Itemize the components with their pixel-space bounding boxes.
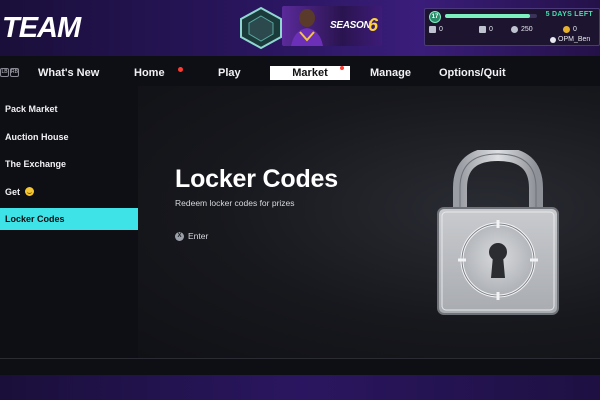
stat-vc: 250 bbox=[511, 26, 533, 33]
page-title: Locker Codes bbox=[175, 165, 338, 193]
main-nav: LB RB What's New Home Play Market Manage… bbox=[0, 62, 600, 84]
season-banner[interactable]: SEASON 6 bbox=[282, 6, 382, 46]
username-label: OPM_Ben bbox=[558, 36, 591, 43]
days-left-label: 5 DAYS LEFT bbox=[545, 11, 593, 18]
market-notification-dot bbox=[340, 66, 344, 70]
stat-value: 0 bbox=[573, 26, 577, 33]
season-progress-bar bbox=[445, 14, 537, 18]
season-number: 6 bbox=[368, 15, 379, 35]
nav-market[interactable]: Market bbox=[270, 66, 350, 80]
home-notification-dot bbox=[178, 67, 183, 72]
sidebar-item-locker-codes[interactable]: Locker Codes bbox=[0, 208, 138, 230]
season-label: SEASON bbox=[330, 20, 371, 31]
nav-play[interactable]: Play bbox=[218, 66, 241, 80]
footer-divider bbox=[0, 358, 600, 359]
nav-manage[interactable]: Manage bbox=[370, 66, 411, 80]
stat-value: 0 bbox=[489, 26, 493, 33]
status-panel: 17 5 DAYS LEFT 0 0 250 0 OPM_Ben bbox=[424, 8, 600, 46]
team-logo: TEAM bbox=[2, 12, 81, 44]
bottom-bar bbox=[0, 375, 600, 400]
enter-label: Enter bbox=[188, 231, 209, 241]
mt-coin-icon bbox=[563, 26, 570, 33]
sidebar-item-label: Pack Market bbox=[5, 104, 58, 114]
stat-cards: 0 bbox=[429, 26, 443, 33]
vc-coin-icon bbox=[511, 26, 518, 33]
x-button-icon: X bbox=[175, 231, 184, 241]
stat-value: 250 bbox=[521, 26, 533, 33]
username: OPM_Ben bbox=[550, 36, 590, 43]
sidebar-item-label: Auction House bbox=[5, 131, 69, 142]
hexagon-badge-icon bbox=[240, 6, 282, 50]
nav-home[interactable]: Home bbox=[134, 66, 165, 80]
lb-button-icon: LB bbox=[0, 68, 9, 77]
nav-whats-new[interactable]: What's New bbox=[38, 66, 99, 80]
sidebar-item-the-exchange[interactable]: The Exchange bbox=[0, 153, 138, 175]
stat-players: 0 bbox=[479, 26, 493, 33]
level-badge: 17 bbox=[429, 11, 441, 23]
stat-mt: 0 bbox=[563, 26, 577, 33]
card-icon bbox=[429, 26, 436, 33]
sidebar-item-label: Locker Codes bbox=[5, 214, 65, 224]
player-icon bbox=[479, 26, 486, 33]
page-subtitle: Redeem locker codes for prizes bbox=[175, 198, 295, 208]
nav-options-quit[interactable]: Options/Quit bbox=[439, 66, 506, 80]
sidebar-item-auction-house[interactable]: Auction House bbox=[0, 126, 138, 148]
enter-button[interactable]: X Enter bbox=[175, 231, 208, 241]
sidebar-item-label: The Exchange bbox=[5, 159, 67, 169]
user-icon bbox=[550, 36, 556, 43]
season-progress-fill bbox=[445, 14, 530, 18]
bumper-hints: LB RB bbox=[0, 68, 19, 77]
market-sidebar: Pack Market Auction House The Exchange G… bbox=[0, 98, 138, 236]
sidebar-item-label: Get bbox=[5, 186, 21, 197]
rb-button-icon: RB bbox=[10, 68, 19, 77]
top-header: TEAM SEASON 6 17 5 DAYS LEFT 0 0 250 0 O… bbox=[0, 0, 600, 56]
sidebar-item-pack-market[interactable]: Pack Market bbox=[0, 98, 138, 120]
sidebar-item-get[interactable]: Get bbox=[0, 181, 138, 203]
smiley-icon bbox=[24, 186, 34, 196]
stat-value: 0 bbox=[439, 26, 443, 33]
player-portrait-icon bbox=[291, 9, 323, 46]
padlock-icon bbox=[437, 150, 559, 315]
